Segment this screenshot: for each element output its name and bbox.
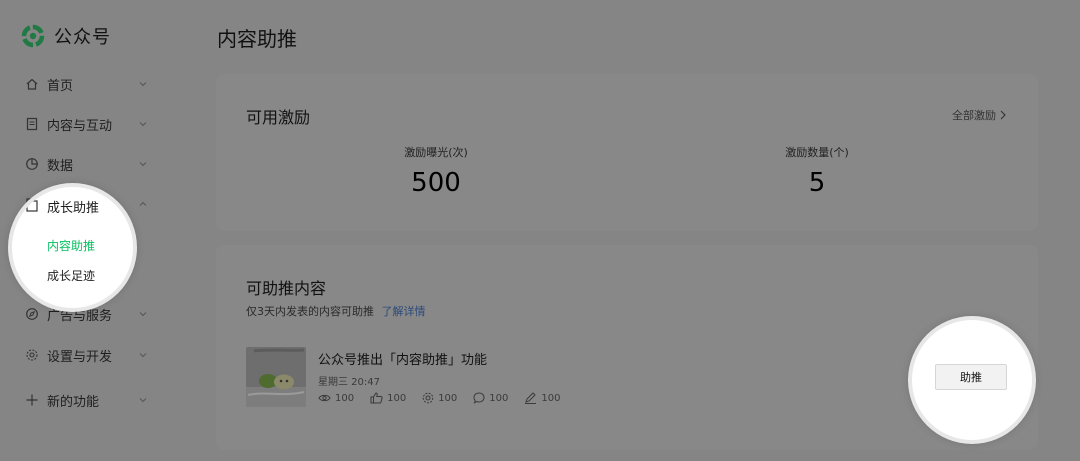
pie-chart-icon: [26, 158, 38, 170]
article-time: 星期三 20:47: [318, 377, 380, 388]
spotlight-content-boost[interactable]: 内容助推: [47, 237, 95, 254]
gear-icon: [26, 349, 38, 361]
boost-button[interactable]: 助推: [935, 364, 1007, 390]
comment-icon: [473, 392, 485, 404]
thumbs-up-icon: [370, 392, 383, 404]
metric-likes: 100: [370, 392, 406, 404]
spotlight-boost: 助推: [912, 320, 1032, 440]
metric-comments: 100: [473, 392, 508, 404]
all-incentives-link[interactable]: 全部激励: [952, 107, 1006, 123]
learn-more-link[interactable]: 了解详情: [382, 305, 426, 318]
stat-exposure: 激励曝光(次) 500: [336, 144, 536, 198]
article-thumbnail[interactable]: [246, 347, 306, 407]
stat-count: 激励数量(个) 5: [717, 144, 917, 198]
spotlight-sidebar: 成长助推 内容助推 成长足迹: [12, 187, 133, 308]
hint-text: 仅3天内发表的内容可助推: [246, 305, 374, 318]
sidebar-item-label: 内容与互动: [47, 118, 113, 134]
metric-edits: 100: [524, 392, 560, 404]
home-icon: [26, 78, 38, 90]
share-flower-icon: [422, 392, 434, 404]
plus-icon: [26, 394, 38, 406]
sidebar-item-label: 数据: [47, 158, 74, 174]
article-title[interactable]: 公众号推出「内容助推」功能: [318, 349, 487, 368]
stat-value: 5: [808, 168, 826, 198]
article-cover-image: [246, 347, 306, 407]
all-incentives-label: 全部激励: [952, 109, 996, 122]
pen-icon: [525, 392, 537, 404]
stat-value: 500: [411, 168, 461, 198]
metric-value: 100: [438, 392, 458, 404]
chevron-up-icon: [139, 201, 147, 206]
document-icon: [26, 117, 38, 131]
stat-label: 激励曝光(次): [404, 146, 468, 159]
sidebar-item-label: 首页: [47, 78, 74, 94]
spotlight-growth-label: 成长助推: [47, 201, 100, 216]
sidebar-item-data[interactable]: 数据: [0, 152, 162, 176]
compass-icon: [26, 308, 38, 320]
metric-value: 100: [387, 392, 407, 404]
eye-icon: [318, 394, 331, 402]
metric-value: 100: [489, 392, 509, 404]
growth-icon: [26, 200, 38, 212]
chevron-down-icon: [139, 82, 147, 87]
sidebar-item-home[interactable]: 首页: [0, 72, 162, 96]
chevron-down-icon: [139, 162, 147, 167]
boostable-hint: 仅3天内发表的内容可助推 了解详情: [246, 303, 426, 319]
incentives-title: 可用激励: [246, 108, 311, 127]
metric-shares: 100: [422, 392, 457, 404]
chevron-down-icon: [139, 122, 147, 127]
brand-name: 公众号: [54, 27, 111, 48]
wechat-oa-logo-icon: [21, 24, 45, 48]
article-metrics: 100 100 100 100 100: [318, 392, 576, 404]
chevron-down-icon: [139, 353, 147, 358]
brand[interactable]: 公众号: [21, 24, 111, 48]
sidebar-item-new-features[interactable]: 新的功能: [0, 388, 162, 412]
chevron-right-icon: [1000, 110, 1006, 120]
sidebar-item-label: 新的功能: [47, 394, 100, 410]
chevron-down-icon: [139, 312, 147, 317]
chevron-down-icon: [139, 398, 147, 403]
sidebar-item-label: 设置与开发: [47, 349, 113, 365]
page-title: 内容助推: [217, 27, 297, 51]
sidebar-item-settings[interactable]: 设置与开发: [0, 343, 162, 367]
stat-label: 激励数量(个): [785, 146, 849, 159]
boostable-card: 可助推内容 仅3天内发表的内容可助推 了解详情 公众号推出「内容助推」功能 星期…: [216, 245, 1038, 450]
spotlight-growth-footprint[interactable]: 成长足迹: [47, 267, 95, 284]
metric-value: 100: [541, 392, 561, 404]
sidebar-item-content[interactable]: 内容与互动: [0, 112, 162, 136]
metric-value: 100: [335, 392, 355, 404]
incentives-card: 可用激励 全部激励 激励曝光(次) 500 激励数量(个) 5: [216, 74, 1038, 231]
metric-views: 100: [318, 393, 354, 404]
boostable-title: 可助推内容: [246, 279, 327, 298]
